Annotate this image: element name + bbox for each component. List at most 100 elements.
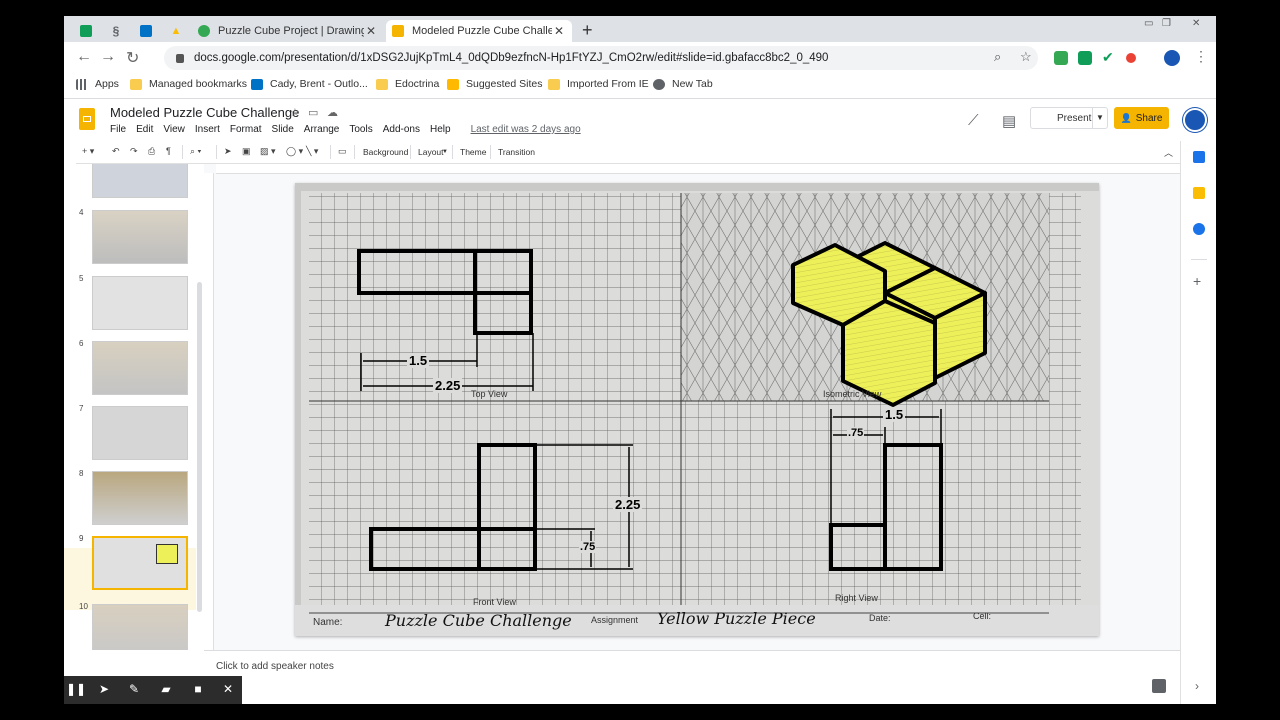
check-icon[interactable]: ✔ — [1102, 50, 1116, 65]
slide-thumbnail-9[interactable] — [92, 536, 188, 590]
undo-icon[interactable]: ↶ — [112, 146, 120, 157]
menu-addons[interactable]: Add-ons — [383, 124, 420, 135]
bookmark-apps[interactable]: Apps — [76, 78, 119, 90]
image-icon[interactable]: ▨ ▾ — [260, 146, 276, 157]
chevron-right-icon[interactable]: › — [1195, 679, 1199, 693]
slide-thumbnail-7[interactable] — [92, 406, 188, 460]
slide-thumbnail-6[interactable] — [92, 341, 188, 395]
document-title[interactable]: Modeled Puzzle Cube Challenge — [110, 105, 299, 120]
highlighter-icon[interactable]: ▰ — [156, 682, 176, 698]
back-icon[interactable]: ← — [76, 48, 92, 66]
text-box-icon[interactable]: ▣ — [242, 146, 251, 157]
filmstrip-scrollbar[interactable] — [197, 282, 202, 612]
close-window-icon[interactable]: ✕ — [1192, 18, 1200, 29]
slide-thumbnail-5[interactable] — [92, 276, 188, 330]
close-icon[interactable]: ✕ — [364, 24, 378, 38]
theme-button[interactable]: Theme — [460, 147, 486, 157]
pinned-tab-drive[interactable]: ▲ — [164, 20, 188, 42]
new-tab-button[interactable]: + — [582, 20, 593, 40]
menu-arrange[interactable]: Arrange — [304, 124, 340, 135]
chevron-down-icon[interactable]: ▼ — [1092, 108, 1107, 128]
move-folder-icon[interactable]: ▭ — [308, 106, 318, 119]
line-icon[interactable]: ╲ ▾ — [306, 146, 318, 157]
new-slide-icon[interactable]: + ▾ — [82, 146, 94, 157]
redo-icon[interactable]: ↷ — [130, 146, 138, 157]
tab-puzzle-cube-project[interactable]: Puzzle Cube Project | Drawing 3 ✕ — [192, 20, 384, 42]
record-icon[interactable] — [1126, 53, 1136, 63]
menu-insert[interactable]: Insert — [195, 124, 220, 135]
transition-button[interactable]: Transition — [498, 147, 535, 157]
slide-content[interactable]: Top View Isometric View Front View Right… — [295, 183, 1099, 636]
slides-logo-icon[interactable] — [79, 108, 95, 130]
profile-icon[interactable] — [1164, 50, 1180, 66]
slide-thumbnail-4[interactable] — [92, 210, 188, 264]
camera-icon[interactable]: ■ — [188, 682, 208, 698]
print-icon[interactable]: ⎙ — [148, 146, 155, 157]
zoom-icon[interactable]: ⌕ — [994, 49, 1001, 65]
pause-icon[interactable]: ❚❚ — [66, 682, 86, 698]
select-cursor-icon[interactable]: ➤ — [224, 146, 232, 157]
menu-icon[interactable]: ⋮ — [1194, 48, 1208, 65]
menu-tools[interactable]: Tools — [349, 124, 372, 135]
share-button[interactable]: 👤 Share — [1114, 107, 1169, 129]
menu-file[interactable]: File — [110, 124, 126, 135]
menu-format[interactable]: Format — [230, 124, 262, 135]
forward-icon[interactable]: → — [100, 48, 116, 66]
bookmark-edoctrina[interactable]: Edoctrina — [376, 78, 439, 90]
zoom-icon[interactable]: ⌕ ▾ — [190, 146, 201, 157]
drawing-app-icon — [198, 25, 210, 37]
activity-trend-icon[interactable]: ⟋ — [968, 112, 979, 129]
chevron-down-icon[interactable]: ▼ — [442, 149, 448, 155]
keep-icon[interactable] — [1193, 187, 1205, 199]
close-icon[interactable]: ✕ — [552, 24, 566, 38]
menu-help[interactable]: Help — [430, 124, 451, 135]
divider — [490, 145, 491, 159]
folder-icon — [130, 78, 142, 90]
bookmark-managed[interactable]: Managed bookmarks — [130, 78, 247, 90]
collapse-toolbar-icon[interactable]: ︿ — [1164, 146, 1173, 159]
comment-icon[interactable]: ▭ — [338, 146, 347, 157]
shape-icon[interactable]: ◯ ▾ — [286, 146, 303, 157]
slide-thumbnail-3[interactable] — [92, 164, 188, 198]
extension-icon-green[interactable] — [1054, 51, 1068, 65]
slide-thumbnail-8[interactable] — [92, 471, 188, 525]
right-view-label: Right View — [835, 593, 878, 603]
pinned-tab-link[interactable]: § — [104, 20, 128, 42]
pinned-tab-sheets[interactable] — [74, 20, 98, 42]
reload-icon[interactable]: ↻ — [126, 48, 139, 68]
tab-modeled-puzzle-cube[interactable]: Modeled Puzzle Cube Challenge ✕ — [386, 20, 572, 42]
calendar-icon[interactable] — [1193, 151, 1205, 163]
top-view-label: Top View — [471, 389, 508, 399]
close-icon[interactable]: ✕ — [218, 682, 238, 698]
menu-edit[interactable]: Edit — [136, 124, 153, 135]
tasks-icon[interactable] — [1193, 223, 1205, 235]
last-edit-link[interactable]: Last edit was 2 days ago — [471, 124, 581, 135]
extension-icon-grid[interactable] — [1078, 51, 1092, 65]
background-button[interactable]: Background — [363, 147, 408, 157]
star-icon[interactable]: ☆ — [290, 106, 300, 119]
account-avatar[interactable] — [1183, 108, 1207, 132]
layout-button[interactable]: Layout — [418, 147, 444, 157]
paint-format-icon[interactable]: ¶ — [166, 146, 171, 156]
bookmark-newtab[interactable]: New Tab — [653, 78, 713, 90]
present-button[interactable]: Present ▼ — [1030, 107, 1108, 129]
comments-icon[interactable]: ▤ — [1002, 112, 1016, 130]
pointer-icon[interactable]: ➤ — [94, 682, 114, 698]
minimize-icon[interactable]: ▭ — [1144, 18, 1153, 29]
slide-thumbnail-10[interactable] — [92, 604, 188, 650]
bookmark-star-icon[interactable]: ☆ — [1020, 49, 1032, 65]
menu-slide[interactable]: Slide — [272, 124, 294, 135]
bookmark-outlook[interactable]: Cady, Brent - Outlo... — [251, 78, 368, 90]
bookmark-suggested[interactable]: Suggested Sites — [447, 78, 542, 90]
share-label: Share — [1135, 112, 1163, 124]
browser-toolbar: ← → ↻ docs.google.com/presentation/d/1xD… — [64, 42, 1216, 74]
explore-icon[interactable] — [1152, 679, 1166, 693]
bookmark-imported[interactable]: Imported From IE — [548, 78, 649, 90]
pen-icon[interactable]: ✎ — [124, 682, 144, 698]
address-bar[interactable]: docs.google.com/presentation/d/1xDSG2Juj… — [164, 46, 1038, 70]
restore-icon[interactable]: ❐ — [1162, 18, 1171, 29]
add-addon-icon[interactable]: + — [1193, 273, 1201, 289]
pinned-tab-outlook[interactable] — [134, 20, 158, 42]
speaker-notes[interactable]: Click to add speaker notes — [204, 650, 1180, 704]
menu-view[interactable]: View — [163, 124, 185, 135]
